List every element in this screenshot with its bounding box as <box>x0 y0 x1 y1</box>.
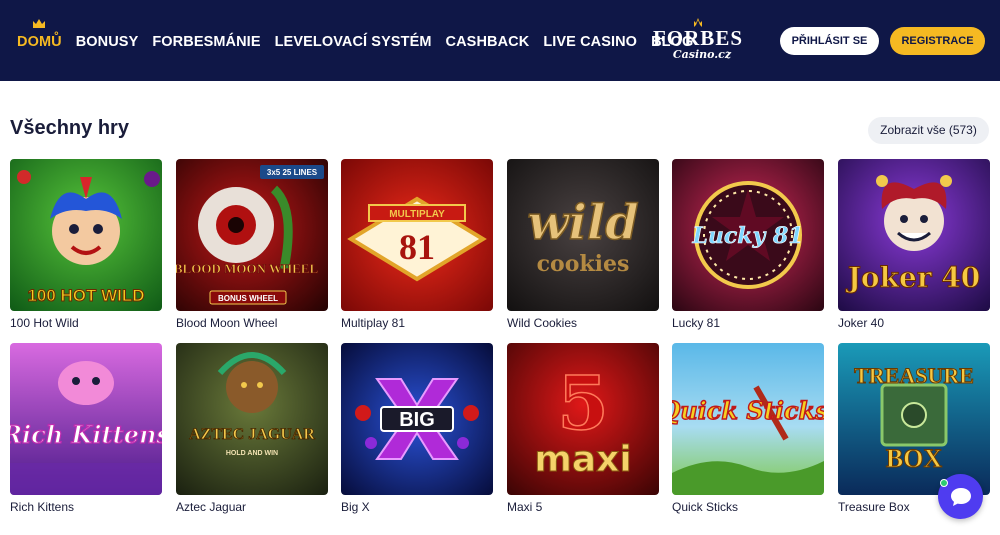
blood-moon-art-icon: 3x5 25 LINES BLOOD MOON WHEEL BONUS WHEE… <box>176 165 324 305</box>
game-card-wild-cookies[interactable]: wild cookies Wild Cookies <box>507 159 659 330</box>
nav-item-label: BONUSY <box>75 33 139 50</box>
nav-item-label: LIVE CASINO <box>543 33 638 50</box>
game-badge: 3x5 25 LINES <box>267 168 318 177</box>
show-all-button[interactable]: Zobrazit vše (573) <box>868 117 989 144</box>
nav-item-forbesmania[interactable]: FORBESMÁNIE <box>152 32 260 50</box>
game-thumbnail: BIG <box>341 343 493 495</box>
game-thumbnail: 5 maxi <box>507 343 659 495</box>
game-card-quick-sticks[interactable]: Quick Sticks Quick Sticks <box>672 343 824 514</box>
top-navigation-bar: DOMŮ BONUSY FORBESMÁNIE LEVELOVACÍ SYSTÉ… <box>0 0 1000 81</box>
wild-cookies-art-icon: wild cookies <box>527 194 640 277</box>
lucky-81-art-icon: Lucky 81 <box>691 181 804 289</box>
game-art-title: 100 HOT WILD <box>27 286 144 305</box>
game-card-multiplay-81[interactable]: MULTIPLAY 81 Multiplay 81 <box>341 159 493 330</box>
game-name: Quick Sticks <box>672 500 739 514</box>
game-name: Wild Cookies <box>507 316 578 330</box>
game-name: Rich Kittens <box>10 500 75 514</box>
crown-icon <box>33 18 46 28</box>
game-thumbnail: Quick Sticks <box>672 343 824 495</box>
logo-graphic: FORBES Casino.cz <box>653 18 743 61</box>
game-art-title: Rich Kittens <box>10 420 162 449</box>
logo-subtext: Casino.cz <box>673 48 732 61</box>
big-x-art-icon: BIG <box>355 378 479 460</box>
game-name: Blood Moon Wheel <box>176 316 278 330</box>
game-art-subtitle: BOX <box>886 444 943 473</box>
game-art-subtitle: 5 <box>557 361 609 447</box>
game-thumbnail: wild cookies <box>507 159 659 311</box>
nav-item-label: LEVELOVACÍ SYSTÉM <box>274 33 432 50</box>
game-thumbnail: Joker 40 <box>838 159 990 311</box>
game-thumbnail: Lucky 81 <box>672 159 824 311</box>
game-name: Maxi 5 <box>507 500 543 514</box>
treasure-box-art-icon: TREASURE BOX <box>854 363 975 474</box>
game-card-blood-moon-wheel[interactable]: 3x5 25 LINES BLOOD MOON WHEEL BONUS WHEE… <box>176 159 328 330</box>
section-title: Všechny hry <box>10 117 129 139</box>
game-name: Big X <box>341 500 370 514</box>
game-art-subtitle: MULTIPLAY <box>389 209 445 220</box>
nav-item-cashback[interactable]: CASHBACK <box>446 32 530 50</box>
game-thumbnail: 100 HOT WILD <box>10 159 162 311</box>
nav-item-label: CASHBACK <box>445 33 530 50</box>
game-art-title: TREASURE <box>854 363 974 388</box>
multiplay-art-icon: MULTIPLAY 81 <box>347 196 487 282</box>
game-art-title: AZTEC JAGUAR <box>189 426 315 443</box>
online-status-dot <box>940 479 948 487</box>
game-card-big-x[interactable]: BIG Big X <box>341 343 493 514</box>
game-card-maxi-5[interactable]: 5 maxi Maxi 5 <box>507 343 659 514</box>
game-name: Joker 40 <box>838 316 885 330</box>
game-art-subtitle: cookies <box>537 251 630 277</box>
nav-item-bonuses[interactable]: BONUSY <box>76 32 139 50</box>
game-art-title: maxi <box>534 439 631 480</box>
main-nav: DOMŮ BONUSY FORBESMÁNIE LEVELOVACÍ SYSTÉ… <box>17 18 707 50</box>
game-name: Multiplay 81 <box>341 316 406 330</box>
game-card-aztec-jaguar[interactable]: AZTEC JAGUAR HOLD AND WIN Aztec Jaguar <box>176 343 328 514</box>
game-name: Lucky 81 <box>672 316 721 330</box>
forbes-casino-logo[interactable]: FORBES Casino.cz <box>646 18 750 62</box>
game-art-title: Joker 40 <box>845 261 981 294</box>
nav-item-level-system[interactable]: LEVELOVACÍ SYSTÉM <box>275 32 432 50</box>
joker-40-art-icon: Joker 40 <box>844 175 981 295</box>
game-art-title: BLOOD MOON WHEEL <box>176 261 318 276</box>
game-card-joker-40[interactable]: Joker 40 Joker 40 <box>838 159 990 330</box>
maxi-5-art-icon: 5 maxi <box>534 360 632 480</box>
game-thumbnail: MULTIPLAY 81 <box>341 159 493 311</box>
aztec-jaguar-art-icon: AZTEC JAGUAR HOLD AND WIN <box>189 352 316 457</box>
game-thumbnail: Rich Kittens <box>10 343 162 495</box>
login-button[interactable]: PŘIHLÁSIT SE <box>780 27 879 55</box>
chat-icon <box>950 487 971 506</box>
game-art-title: 81 <box>399 227 435 267</box>
game-art-title: BIG <box>399 409 435 431</box>
nav-item-label: DOMŮ <box>17 33 62 50</box>
game-card-100-hot-wild[interactable]: 100 HOT WILD 100 Hot Wild <box>10 159 162 330</box>
game-name: 100 Hot Wild <box>10 316 79 330</box>
game-card-rich-kittens[interactable]: Rich Kittens Rich Kittens <box>10 343 162 514</box>
game-thumbnail: AZTEC JAGUAR HOLD AND WIN <box>176 343 328 495</box>
joker-art-icon: 100 HOT WILD <box>17 170 160 306</box>
game-art-title: Quick Sticks <box>672 396 824 425</box>
register-button[interactable]: REGISTRACE <box>890 27 985 55</box>
game-thumbnail: 3x5 25 LINES BLOOD MOON WHEEL BONUS WHEE… <box>176 159 328 311</box>
game-card-lucky-81[interactable]: Lucky 81 Lucky 81 <box>672 159 824 330</box>
game-art-subtitle: HOLD AND WIN <box>226 450 278 457</box>
quick-sticks-art-icon: Quick Sticks <box>672 385 824 495</box>
game-art-subtitle: BONUS WHEEL <box>218 294 278 303</box>
game-art-title: wild <box>527 195 638 251</box>
rich-kittens-art-icon: Rich Kittens <box>10 361 162 495</box>
nav-item-home[interactable]: DOMŮ <box>17 18 62 50</box>
game-thumbnail: TREASURE BOX <box>838 343 990 495</box>
nav-item-label: FORBESMÁNIE <box>152 33 261 50</box>
game-name: Aztec Jaguar <box>176 500 247 514</box>
game-art-title: Lucky 81 <box>691 223 803 249</box>
nav-item-live-casino[interactable]: LIVE CASINO <box>543 32 637 50</box>
logo-text: FORBES <box>653 26 743 50</box>
